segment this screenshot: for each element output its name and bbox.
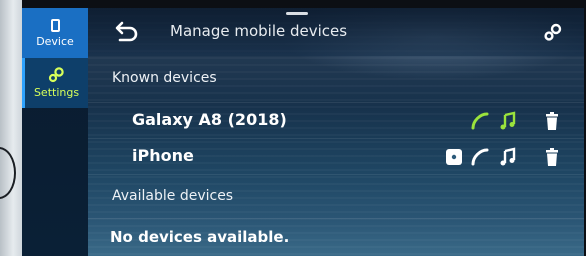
divider <box>88 218 584 219</box>
trash-icon[interactable] <box>542 111 562 131</box>
settings-icon <box>48 67 64 83</box>
back-icon[interactable] <box>112 20 140 44</box>
music-icon[interactable] <box>498 111 518 131</box>
tab-device-label: Device <box>36 34 74 48</box>
divider <box>88 174 584 175</box>
empty-state-message: No devices available. <box>110 228 290 246</box>
available-devices-heading: Available devices <box>112 188 234 204</box>
drag-handle[interactable] <box>286 12 308 15</box>
side-rail: Device Settings <box>22 8 88 256</box>
known-devices-heading: Known devices <box>112 70 217 86</box>
tab-device[interactable]: Device <box>22 8 88 58</box>
device-row-iphone[interactable]: iPhone <box>88 138 584 175</box>
music-icon[interactable] <box>498 147 518 167</box>
page-title: Manage mobile devices <box>170 22 348 40</box>
tab-settings[interactable]: Settings <box>22 58 88 108</box>
device-bezel <box>0 0 22 256</box>
tab-settings-label: Settings <box>33 86 80 99</box>
phone-icon[interactable] <box>470 111 490 131</box>
settings-icon[interactable] <box>542 21 564 43</box>
device-row-galaxy[interactable]: Galaxy A8 (2018) <box>88 102 584 139</box>
phone-device-icon <box>50 18 60 32</box>
projection-icon[interactable] <box>444 147 464 167</box>
phone-icon[interactable] <box>470 147 490 167</box>
screen: Device Settings Manage mobile devices Kn… <box>22 8 584 256</box>
device-name: iPhone <box>132 146 194 165</box>
device-name: Galaxy A8 (2018) <box>132 110 287 129</box>
trash-icon[interactable] <box>542 147 562 167</box>
header-bar: Manage mobile devices <box>88 8 584 56</box>
